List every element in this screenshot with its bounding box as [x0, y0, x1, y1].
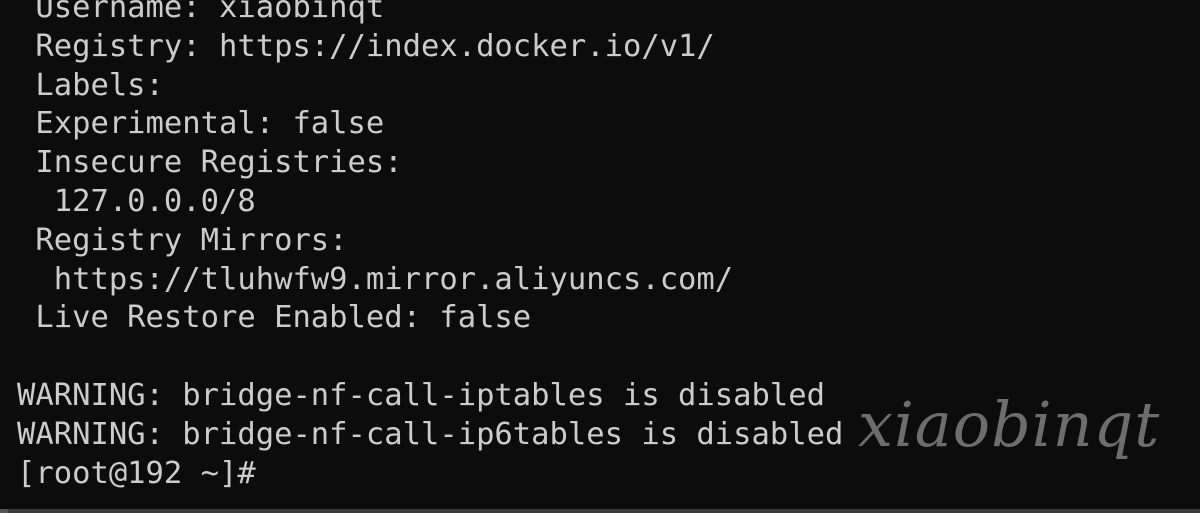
output-line-labels: Labels: — [17, 67, 164, 103]
output-line-username: Username: xiaobinqt — [17, 0, 385, 25]
output-line-insecure-registry-value: 127.0.0.0/8 — [17, 183, 256, 219]
output-line-mirror-url: https://tluhwfw9.mirror.aliyuncs.com/ — [17, 261, 734, 297]
output-line-experimental: Experimental: false — [17, 106, 385, 142]
output-line-blank — [17, 338, 843, 377]
output-line-warning-ip6tables: WARNING: bridge-nf-call-ip6tables is dis… — [17, 416, 844, 452]
output-line-insecure-registries: Insecure Registries: — [17, 145, 403, 181]
window-bottom-edge — [0, 509, 1200, 513]
terminal-window[interactable]: Username: xiaobinqt Registry: https://in… — [0, 0, 1200, 513]
output-line-registry-mirrors: Registry Mirrors: — [17, 222, 348, 258]
cursor — [256, 479, 272, 483]
command-prompt-line[interactable]: [root@192 ~]# — [17, 455, 843, 494]
window-bottom-edge-corner — [0, 509, 8, 513]
command-prompt: [root@192 ~]# — [17, 455, 256, 491]
terminal-output: Username: xiaobinqt Registry: https://in… — [17, 0, 843, 493]
watermark: xiaobinqt — [858, 388, 1161, 461]
output-line-registry: Registry: https://index.docker.io/v1/ — [17, 28, 715, 64]
output-line-warning-iptables: WARNING: bridge-nf-call-iptables is disa… — [17, 377, 825, 413]
output-line-live-restore: Live Restore Enabled: false — [17, 300, 532, 336]
